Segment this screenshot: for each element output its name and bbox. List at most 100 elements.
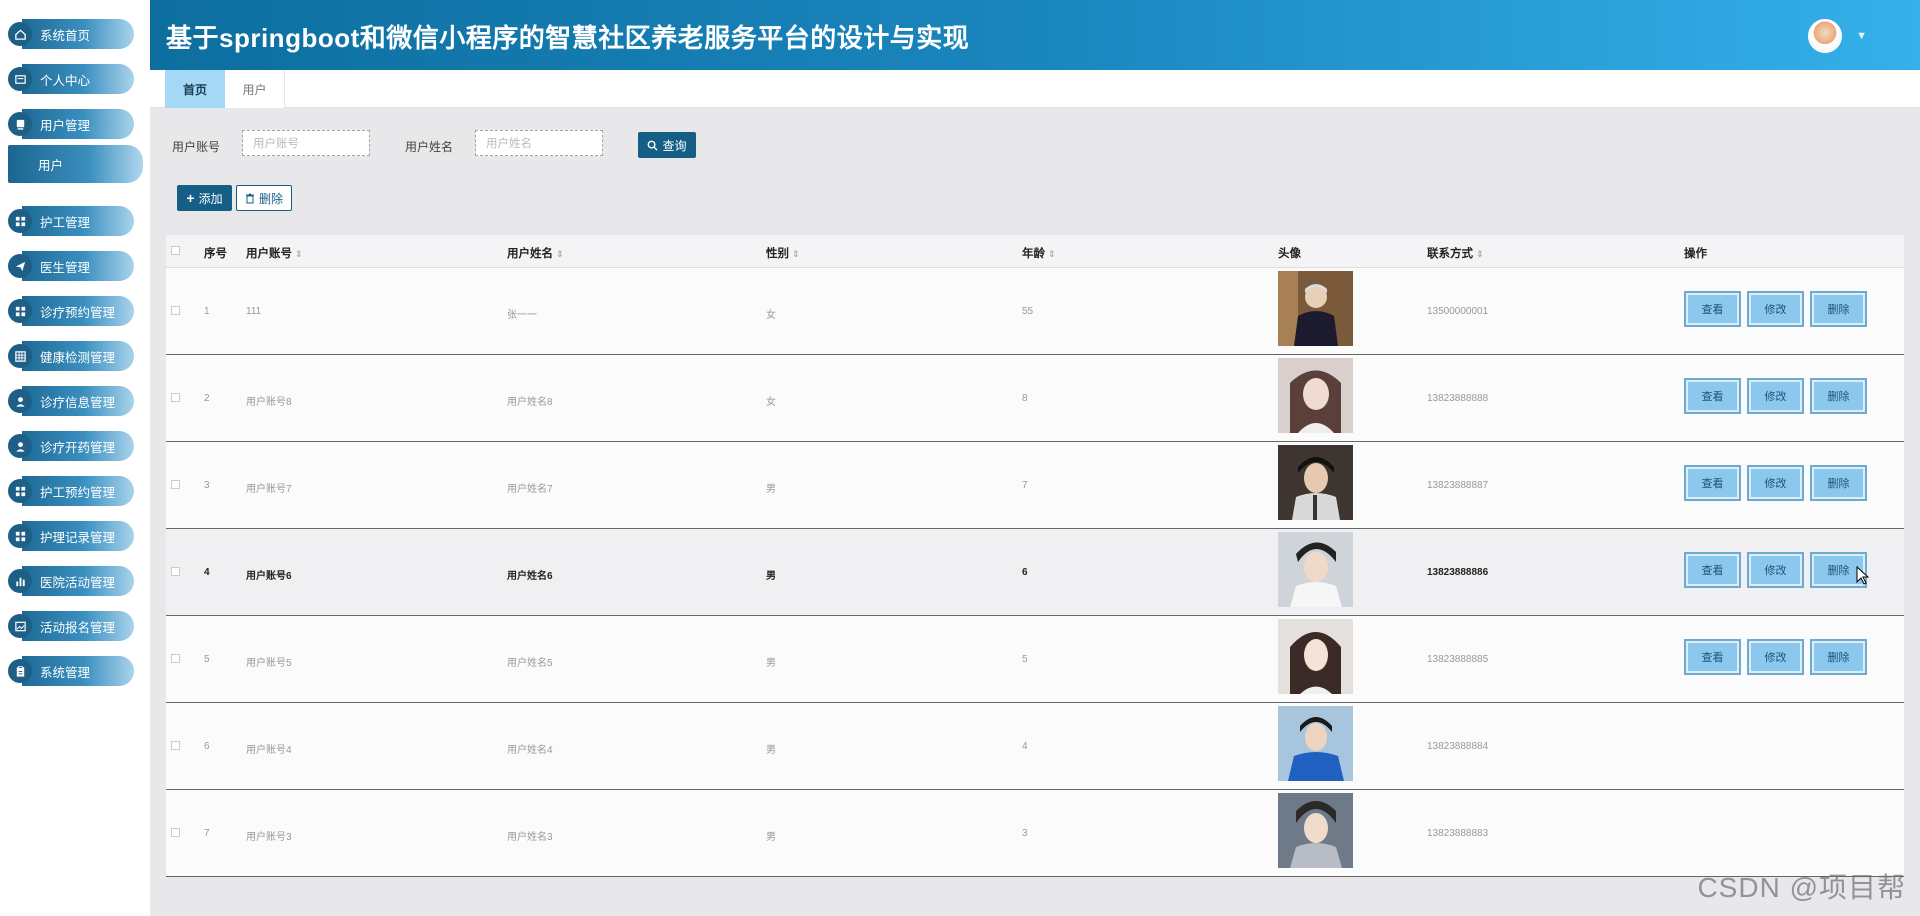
- cell-index: 2: [204, 393, 210, 404]
- sidebar-item-nurse-management[interactable]: 护工管理: [8, 205, 140, 237]
- select-all-checkbox[interactable]: [171, 246, 180, 255]
- row-checkbox[interactable]: [171, 567, 180, 576]
- col-name[interactable]: 用户姓名 ⇕: [507, 245, 564, 261]
- row-checkbox[interactable]: [171, 306, 180, 315]
- edit-button[interactable]: 修改: [1747, 639, 1804, 675]
- sidebar-item-activity-signup[interactable]: 活动报名管理: [8, 610, 140, 642]
- cell-age: 8: [1022, 393, 1028, 404]
- sidebar-item-label: 护工管理: [22, 206, 134, 236]
- account-label: 用户账号: [172, 140, 221, 154]
- row-checkbox[interactable]: [171, 828, 180, 837]
- sidebar-item-label: 系统首页: [22, 19, 134, 49]
- tab-bar: 首页 用户: [150, 70, 1920, 108]
- avatar-thumbnail: [1278, 358, 1353, 433]
- sidebar-item-label: 护理记录管理: [22, 521, 134, 551]
- view-button[interactable]: 查看: [1684, 291, 1741, 327]
- edit-button[interactable]: 修改: [1747, 465, 1804, 501]
- cell-gender: 女: [766, 397, 776, 408]
- user-box-icon: [8, 112, 32, 136]
- sidebar-item-appointment-management[interactable]: 诊疗预约管理: [8, 295, 140, 327]
- cell-account: 111: [246, 306, 262, 317]
- cell-age: 4: [1022, 741, 1028, 752]
- view-button[interactable]: 查看: [1684, 639, 1741, 675]
- top-header: 基于springboot和微信小程序的智慧社区养老服务平台的设计与实现 ▼: [150, 0, 1920, 70]
- query-button-label: 查询: [662, 138, 687, 153]
- col-gender[interactable]: 性别 ⇕: [766, 245, 800, 261]
- name-search-input[interactable]: 用户姓名: [475, 130, 603, 156]
- row-checkbox[interactable]: [171, 480, 180, 489]
- col-age[interactable]: 年龄 ⇕: [1022, 245, 1056, 261]
- profile-card-icon: [8, 67, 32, 91]
- sidebar-item-label: 诊疗信息管理: [22, 386, 134, 416]
- delete-button[interactable]: 删除: [1810, 465, 1867, 501]
- cell-index: 1: [204, 306, 210, 317]
- user-avatar[interactable]: [1808, 19, 1842, 53]
- view-button[interactable]: 查看: [1684, 465, 1741, 501]
- tab-user[interactable]: 用户: [225, 70, 285, 108]
- table-row: 3 用户账号7 用户姓名7 男 7 13823888887 查看 修改 删除: [166, 442, 1904, 529]
- image-icon: [8, 614, 32, 638]
- edit-button[interactable]: 修改: [1747, 378, 1804, 414]
- sidebar-item-user-management[interactable]: 用户管理: [8, 108, 140, 140]
- chevron-down-icon[interactable]: ▼: [1856, 30, 1867, 42]
- cell-phone: 13500000001: [1427, 306, 1489, 317]
- sidebar-item-doctor-management[interactable]: 医生管理: [8, 250, 140, 282]
- col-contact[interactable]: 联系方式 ⇕: [1427, 245, 1484, 261]
- sidebar-item-label: 活动报名管理: [22, 611, 134, 641]
- sort-icon: ⇕: [295, 249, 303, 259]
- cell-name: 张一一: [507, 310, 537, 321]
- sidebar-item-health-check[interactable]: 健康检测管理: [8, 340, 140, 372]
- row-checkbox[interactable]: [171, 741, 180, 750]
- sidebar-item-care-records[interactable]: 护理记录管理: [8, 520, 140, 552]
- table-icon: [8, 344, 32, 368]
- sidebar-item-label: 系统管理: [22, 656, 134, 686]
- row-checkbox[interactable]: [171, 393, 180, 402]
- cell-gender: 男: [766, 484, 776, 495]
- cell-phone: 13823888885: [1427, 654, 1489, 665]
- person-icon: [8, 389, 32, 413]
- col-account[interactable]: 用户账号 ⇕: [246, 245, 303, 261]
- delete-button[interactable]: 删除: [1810, 378, 1867, 414]
- sidebar-item-diagnosis-info[interactable]: 诊疗信息管理: [8, 385, 140, 417]
- edit-button[interactable]: 修改: [1747, 552, 1804, 588]
- view-button[interactable]: 查看: [1684, 378, 1741, 414]
- delete-button[interactable]: 删除: [1810, 291, 1867, 327]
- home-icon: [8, 22, 32, 46]
- delete-button[interactable]: 删除: [1810, 639, 1867, 675]
- grid-icon: [8, 299, 32, 323]
- batch-delete-button[interactable]: 删除: [236, 185, 292, 211]
- sidebar-subitem-user[interactable]: 用户: [8, 145, 143, 183]
- table-row: 5 用户账号5 用户姓名5 男 5 13823888885 查看 修改 删除: [166, 616, 1904, 703]
- grid-icon: [8, 209, 32, 233]
- avatar-thumbnail: [1278, 445, 1353, 520]
- cell-index: 6: [204, 741, 210, 752]
- sidebar-item-profile[interactable]: 个人中心: [8, 63, 140, 95]
- account-search-input[interactable]: 用户账号: [242, 130, 370, 156]
- cell-age: 7: [1022, 480, 1028, 491]
- cell-name: 用户姓名8: [507, 397, 553, 408]
- sidebar-item-system-management[interactable]: 系统管理: [8, 655, 140, 687]
- sidebar-item-label: 医院活动管理: [22, 566, 134, 596]
- edit-button[interactable]: 修改: [1747, 291, 1804, 327]
- sidebar-item-hospital-activities[interactable]: 医院活动管理: [8, 565, 140, 597]
- table-header: 序号 用户账号 ⇕ 用户姓名 ⇕ 性别 ⇕ 年龄 ⇕ 头像 联系方式 ⇕ 操作: [166, 235, 1904, 268]
- col-index: 序号: [204, 248, 227, 260]
- sidebar-item-prescription[interactable]: 诊疗开药管理: [8, 430, 140, 462]
- row-checkbox[interactable]: [171, 654, 180, 663]
- add-button-label: 添加: [198, 191, 223, 206]
- cell-name: 用户姓名3: [507, 832, 553, 843]
- view-button[interactable]: 查看: [1684, 552, 1741, 588]
- sidebar-item-label: 医生管理: [22, 251, 134, 281]
- table-row: 2 用户账号8 用户姓名8 女 8 13823888888 查看 修改 删除: [166, 355, 1904, 442]
- add-button[interactable]: + 添加: [177, 185, 232, 211]
- cell-gender: 男: [766, 571, 776, 582]
- sidebar-item-nurse-appointment[interactable]: 护工预约管理: [8, 475, 140, 507]
- sidebar-item-home[interactable]: 系统首页: [8, 18, 140, 50]
- tab-home[interactable]: 首页: [165, 70, 225, 108]
- query-button[interactable]: 查询: [638, 132, 696, 158]
- cell-index: 4: [204, 567, 210, 578]
- avatar-thumbnail: [1278, 271, 1353, 346]
- cell-name: 用户姓名5: [507, 658, 553, 669]
- col-actions: 操作: [1684, 248, 1707, 260]
- sort-icon: ⇕: [792, 249, 800, 259]
